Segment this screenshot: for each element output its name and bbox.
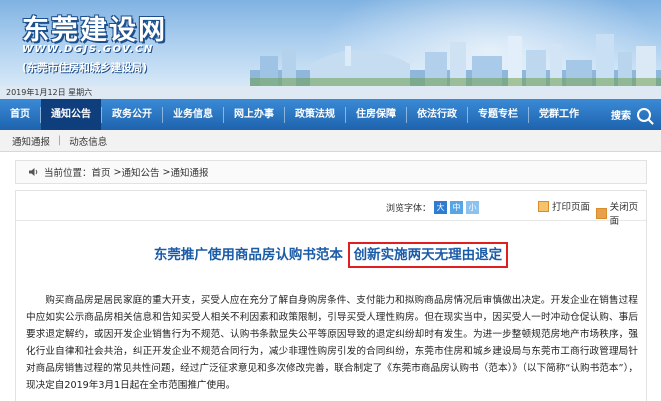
site-title: 东莞建设网 xyxy=(22,15,167,46)
close-page-label[interactable]: 关闭页面 xyxy=(610,199,646,227)
breadcrumb: 当前位置： 首页 > 通知公告 > 通知通报 xyxy=(15,160,647,184)
article-body: 购买商品房是居民家庭的重大开支，买受人应在充分了解自身购房条件、支付能力和拟购商… xyxy=(26,292,638,394)
nav-item-gov-affairs[interactable]: 政务公开 xyxy=(102,99,162,130)
nav-item-policies[interactable]: 政策法规 xyxy=(285,99,345,130)
nav-item-housing[interactable]: 住房保障 xyxy=(346,99,406,130)
speaker-icon xyxy=(29,168,38,176)
main-nav: 首页 通知公告 政务公开 业务信息 网上办事 政策法规 住房保障 依法行政 专题… xyxy=(0,99,661,130)
nav-item-home[interactable]: 首页 xyxy=(0,99,40,130)
search-label[interactable]: 搜索 xyxy=(611,107,631,122)
article-paragraph: 购买商品房是居民家庭的重大开支，买受人应在充分了解自身购房条件、支付能力和拟购商… xyxy=(26,295,638,391)
article-title-main: 东莞推广使用商品房认购书范本 xyxy=(153,247,343,263)
article-toolbar: 浏览字体： 大 中 小 打印页面 关闭页面 xyxy=(16,191,646,227)
breadcrumb-home[interactable]: 首页 xyxy=(92,165,111,179)
city-skyline-image xyxy=(250,34,661,86)
font-size-label: 浏览字体： xyxy=(386,204,432,214)
breadcrumb-separator: > xyxy=(159,166,171,178)
sub-nav: 通知通报 | 动态信息 xyxy=(0,130,661,152)
nav-item-online-services[interactable]: 网上办事 xyxy=(224,99,284,130)
subnav-item-news[interactable]: 动态信息 xyxy=(69,134,107,148)
nav-item-business-info[interactable]: 业务信息 xyxy=(163,99,223,130)
site-subtitle: (东莞市住房和城乡建设局) xyxy=(22,62,148,74)
article-title-highlight: 创新实施两天无理由退定 xyxy=(347,242,509,268)
nav-item-notices[interactable]: 通知公告 xyxy=(41,99,101,130)
breadcrumb-separator: > xyxy=(110,166,122,178)
print-icon xyxy=(538,200,549,212)
site-url: WWW.DGJS.GOV.CN xyxy=(22,44,154,55)
breadcrumb-section[interactable]: 通知公告 xyxy=(122,165,160,179)
nav-item-law-admin[interactable]: 依法行政 xyxy=(407,99,467,130)
subnav-divider: | xyxy=(58,135,62,146)
date-bar: 2019年1月12日 星期六 xyxy=(0,86,661,99)
close-icon xyxy=(596,207,607,219)
print-page-button[interactable]: 打印页面 xyxy=(538,199,590,213)
breadcrumb-current[interactable]: 通知通报 xyxy=(171,165,209,179)
nav-search[interactable]: 搜索 xyxy=(611,107,661,122)
article-panel: 浏览字体： 大 中 小 打印页面 关闭页面 东莞推广使用商品房认购书范本 创新实… xyxy=(15,190,647,401)
font-size-selector: 浏览字体： 大 中 小 xyxy=(386,201,480,214)
font-size-medium-button[interactable]: 中 xyxy=(450,201,464,214)
site-banner: 东莞建设网 WWW.DGJS.GOV.CN (东莞市住房和城乡建设局) xyxy=(0,0,661,86)
nav-item-party-work[interactable]: 党群工作 xyxy=(529,99,589,130)
subnav-item-notifications[interactable]: 通知通报 xyxy=(12,134,50,148)
search-icon[interactable] xyxy=(637,107,651,122)
font-size-small-button[interactable]: 小 xyxy=(466,201,480,214)
nav-item-special-topics[interactable]: 专题专栏 xyxy=(468,99,528,130)
print-page-label[interactable]: 打印页面 xyxy=(552,199,590,213)
close-page-button[interactable]: 关闭页面 xyxy=(596,199,646,227)
article-title: 东莞推广使用商品房认购书范本 创新实施两天无理由退定 xyxy=(16,242,646,268)
breadcrumb-prefix: 当前位置： xyxy=(44,168,92,179)
font-size-large-button[interactable]: 大 xyxy=(434,201,448,214)
